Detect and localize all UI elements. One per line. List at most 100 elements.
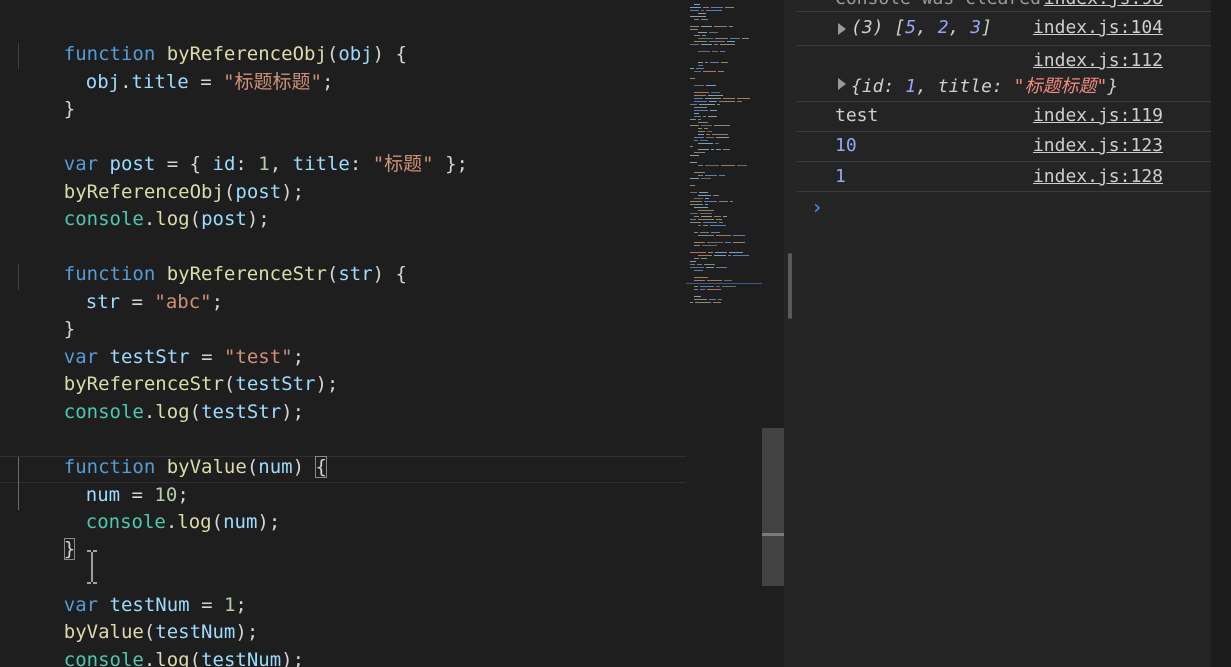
editor-scrollbar[interactable] <box>762 0 784 667</box>
code-line-1[interactable]: function byReferenceObj(obj) { <box>18 15 407 65</box>
console-prompt-icon[interactable]: › <box>811 195 823 219</box>
source-link[interactable]: index.js:119 <box>1033 105 1163 126</box>
object-preview[interactable]: {id: 1, title: "标题标题"} <box>851 72 1118 98</box>
minimap-code-line <box>710 225 726 226</box>
devtools-console[interactable]: Console was cleared index.js:98 (3) [5, … <box>797 0 1211 667</box>
minimap-code-line <box>698 32 707 33</box>
punct: ) <box>292 456 316 478</box>
minimap-code-line <box>690 155 699 156</box>
minimap-code-line <box>698 143 713 144</box>
console-message-cleared: Console was cleared index.js:98 <box>797 0 1211 12</box>
source-link[interactable]: index.js:123 <box>1033 135 1163 156</box>
code-line-19[interactable]: } <box>18 510 76 560</box>
minimap[interactable] <box>686 0 762 667</box>
variable: str <box>85 291 121 313</box>
minimap-code-line <box>698 119 701 120</box>
code-line-14[interactable]: console.log(testStr); <box>18 373 304 423</box>
minimap-code-line <box>709 32 718 33</box>
code-line-9[interactable]: function byReferenceStr(str) { <box>18 235 407 285</box>
code-line-7[interactable]: console.log(post); <box>18 180 270 230</box>
minimap-code-line <box>737 98 750 99</box>
minimap-code-line <box>694 137 704 138</box>
minimap-code-line <box>694 270 703 271</box>
code-line-16[interactable]: function byValue(num) { <box>18 428 327 478</box>
minimap-code-line <box>723 216 727 217</box>
minimap-code-line <box>705 198 709 199</box>
minimap-code-line <box>714 255 726 256</box>
expand-triangle-icon[interactable] <box>838 78 846 90</box>
panel-splitter[interactable] <box>784 0 797 667</box>
editor-scrollbar-thumb[interactable] <box>762 428 784 586</box>
minimap-code-line <box>701 19 708 20</box>
code-line-12[interactable]: var testStr = "test"; <box>18 318 304 368</box>
source-link[interactable]: index.js:128 <box>1033 166 1163 187</box>
object-value: "标题标题" <box>1013 76 1108 97</box>
minimap-code-line <box>703 7 709 8</box>
property: title <box>131 71 189 93</box>
minimap-code-line <box>737 101 742 102</box>
minimap-code-line <box>706 10 722 11</box>
code-line-6[interactable]: byReferenceObj(post); <box>18 153 304 203</box>
code-line-22[interactable]: byValue(testNum); <box>18 593 259 643</box>
minimap-code-line <box>698 62 703 63</box>
code-line-10[interactable]: str = "abc"; <box>40 263 223 313</box>
punct: . <box>143 208 156 230</box>
minimap-code-line <box>705 98 721 99</box>
minimap-code-line <box>733 235 745 236</box>
minimap-code-line <box>719 175 725 176</box>
minimap-code-line <box>690 219 696 220</box>
code-line-5[interactable]: var post = { id: 1, title: "标题" }; <box>18 125 468 175</box>
punct: ); <box>281 649 305 667</box>
log-number: 1 <box>835 166 846 187</box>
log-number: 10 <box>835 135 857 156</box>
source-link[interactable]: index.js:112 <box>1033 50 1163 71</box>
source-link[interactable]: index.js:104 <box>1033 17 1163 38</box>
minimap-code-line <box>708 252 713 253</box>
minimap-code-line <box>694 296 701 297</box>
minimap-code-line <box>700 286 714 287</box>
minimap-code-line <box>718 71 724 72</box>
punct: = <box>188 71 224 93</box>
splitter-handle[interactable] <box>788 253 792 319</box>
minimap-code-line <box>712 134 728 135</box>
object: console <box>85 511 166 533</box>
minimap-code-line <box>700 213 712 214</box>
console-message-object[interactable]: index.js:112 {id: 1, title: "标题标题"} <box>797 46 1211 102</box>
code-line-13[interactable]: byReferenceStr(testStr); <box>18 345 339 395</box>
minimap-code-line <box>701 26 712 27</box>
minimap-code-line <box>690 125 699 126</box>
code-line-2[interactable]: obj.title = "标题标题"; <box>40 43 334 93</box>
minimap-code-line <box>700 140 708 141</box>
minimap-code-line <box>694 299 707 300</box>
array-preview[interactable]: (3) [5, 2, 3] <box>851 17 992 38</box>
console-message-array[interactable]: (3) [5, 2, 3] index.js:104 <box>797 12 1211 46</box>
expand-triangle-icon[interactable] <box>838 23 846 35</box>
code-editor[interactable]: function byReferenceObj(obj) { obj.title… <box>0 0 686 667</box>
minimap-code-line <box>694 71 701 72</box>
punct: : <box>349 153 373 175</box>
minimap-code-line <box>704 128 708 129</box>
code-line-11[interactable]: } <box>18 290 75 340</box>
source-link[interactable]: index.js:98 <box>1044 0 1163 9</box>
code-line-18[interactable]: console.log(num); <box>40 483 281 533</box>
minimap-code-line <box>690 252 706 253</box>
code-line-23[interactable]: console.log(testNum); <box>18 621 304 667</box>
punct: , <box>916 76 938 97</box>
minimap-code-line <box>701 178 711 179</box>
minimap-code-line <box>706 85 716 86</box>
minimap-code-line <box>701 44 712 45</box>
minimap-code-line <box>690 78 695 79</box>
minimap-code-line <box>716 137 729 138</box>
object-value: 1 <box>905 76 917 97</box>
object-key: title <box>937 76 992 97</box>
minimap-code-line <box>698 195 711 196</box>
minimap-code-line <box>714 125 730 126</box>
minimap-code-line <box>690 204 703 205</box>
minimap-code-line <box>704 264 715 265</box>
minimap-code-line <box>694 216 699 217</box>
param: str <box>338 263 373 285</box>
code-line-21[interactable]: var testNum = 1; <box>18 566 247 616</box>
code-line-3[interactable]: } <box>18 70 75 120</box>
minimap-code-line <box>694 110 708 111</box>
code-line-17[interactable]: num = 10; <box>40 456 189 506</box>
